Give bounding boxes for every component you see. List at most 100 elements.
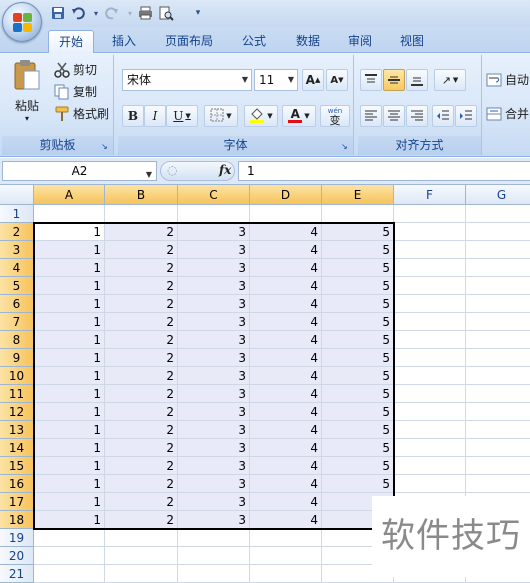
cell[interactable]: [394, 331, 466, 349]
cell[interactable]: [34, 547, 105, 565]
cell[interactable]: 3: [178, 241, 250, 259]
save-icon[interactable]: [50, 5, 66, 21]
cell[interactable]: 2: [105, 403, 178, 421]
redo-dropdown-icon[interactable]: ▾: [122, 5, 138, 21]
cell[interactable]: [394, 259, 466, 277]
row-header[interactable]: 9: [0, 349, 34, 367]
cell[interactable]: [34, 529, 105, 547]
cell[interactable]: 4: [250, 349, 322, 367]
cell[interactable]: [178, 547, 250, 565]
cell[interactable]: 3: [178, 475, 250, 493]
row-header[interactable]: 19: [0, 529, 34, 547]
copy-button[interactable]: 复制: [54, 83, 97, 100]
cell[interactable]: 2: [105, 223, 178, 241]
cell[interactable]: 2: [105, 277, 178, 295]
cell[interactable]: 3: [178, 457, 250, 475]
cell[interactable]: 4: [250, 223, 322, 241]
clipboard-launcher-icon[interactable]: ↘: [101, 142, 110, 151]
cell[interactable]: [466, 475, 530, 493]
cell[interactable]: [178, 529, 250, 547]
orientation-button[interactable]: ↗ ▼: [434, 69, 466, 91]
align-right-button[interactable]: [406, 105, 428, 127]
cell[interactable]: [105, 565, 178, 583]
cell[interactable]: 2: [105, 295, 178, 313]
font-name-select[interactable]: 宋体 ▼: [122, 69, 252, 91]
cell[interactable]: [466, 421, 530, 439]
cell[interactable]: 2: [105, 313, 178, 331]
cell[interactable]: 3: [178, 439, 250, 457]
cell[interactable]: [394, 367, 466, 385]
cell[interactable]: 3: [178, 223, 250, 241]
cell[interactable]: [466, 349, 530, 367]
customize-qat-icon[interactable]: ▾: [190, 5, 206, 21]
format-painter-button[interactable]: 格式刷: [54, 105, 109, 122]
cell[interactable]: 5: [322, 439, 394, 457]
paste-dropdown-icon[interactable]: ▾: [25, 114, 29, 123]
cell[interactable]: 4: [250, 511, 322, 529]
cell[interactable]: 2: [105, 349, 178, 367]
cell[interactable]: [466, 385, 530, 403]
cell[interactable]: 5: [322, 385, 394, 403]
cell[interactable]: 3: [178, 421, 250, 439]
cell[interactable]: [105, 547, 178, 565]
merge-center-button[interactable]: 合并: [486, 105, 529, 122]
cell[interactable]: 2: [105, 475, 178, 493]
cell[interactable]: [34, 205, 105, 223]
cell[interactable]: 5: [322, 295, 394, 313]
font-color-button[interactable]: A ▼: [282, 105, 316, 127]
cell[interactable]: 4: [250, 331, 322, 349]
cell[interactable]: [466, 277, 530, 295]
row-header[interactable]: 1: [0, 205, 34, 223]
cell[interactable]: 3: [178, 493, 250, 511]
phonetic-button[interactable]: wén 变: [320, 105, 350, 127]
cell[interactable]: 4: [250, 421, 322, 439]
tab-view[interactable]: 视图: [390, 30, 434, 53]
paste-button[interactable]: 粘贴 ▾: [8, 59, 46, 129]
cell[interactable]: 2: [105, 493, 178, 511]
cell[interactable]: [394, 241, 466, 259]
cell[interactable]: 3: [178, 277, 250, 295]
cell[interactable]: 2: [105, 385, 178, 403]
cell[interactable]: 2: [105, 421, 178, 439]
cell[interactable]: 5: [322, 457, 394, 475]
cell[interactable]: 1: [34, 277, 105, 295]
cell[interactable]: 1: [34, 475, 105, 493]
cell[interactable]: [105, 529, 178, 547]
cell[interactable]: 4: [250, 277, 322, 295]
cell[interactable]: 5: [322, 367, 394, 385]
cell[interactable]: 2: [105, 331, 178, 349]
row-header[interactable]: 17: [0, 493, 34, 511]
cell[interactable]: 1: [34, 367, 105, 385]
cell[interactable]: [394, 403, 466, 421]
row-header[interactable]: 7: [0, 313, 34, 331]
align-center-button[interactable]: [383, 105, 405, 127]
cell[interactable]: 3: [178, 295, 250, 313]
fill-color-button[interactable]: ▼: [244, 105, 278, 127]
tab-data[interactable]: 数据: [286, 30, 330, 53]
cell[interactable]: 3: [178, 331, 250, 349]
grow-font-button[interactable]: A ▲: [302, 69, 324, 91]
row-header[interactable]: 15: [0, 457, 34, 475]
row-header[interactable]: 2: [0, 223, 34, 241]
column-header-b[interactable]: B: [105, 185, 178, 205]
cell[interactable]: 3: [178, 259, 250, 277]
row-header[interactable]: 20: [0, 547, 34, 565]
cell[interactable]: 1: [34, 241, 105, 259]
cell[interactable]: 2: [105, 511, 178, 529]
cell[interactable]: [466, 367, 530, 385]
cell[interactable]: [394, 349, 466, 367]
cell[interactable]: [394, 205, 466, 223]
align-top-button[interactable]: [360, 69, 382, 91]
cell[interactable]: [250, 565, 322, 583]
cell[interactable]: 4: [250, 475, 322, 493]
cell[interactable]: [466, 439, 530, 457]
italic-button[interactable]: I: [144, 105, 166, 127]
borders-button[interactable]: ▼: [204, 105, 238, 127]
cell[interactable]: [466, 331, 530, 349]
cell[interactable]: [394, 475, 466, 493]
row-header[interactable]: 21: [0, 565, 34, 583]
cell[interactable]: [466, 313, 530, 331]
cell[interactable]: [394, 385, 466, 403]
column-header-f[interactable]: F: [394, 185, 466, 205]
cell[interactable]: 4: [250, 403, 322, 421]
